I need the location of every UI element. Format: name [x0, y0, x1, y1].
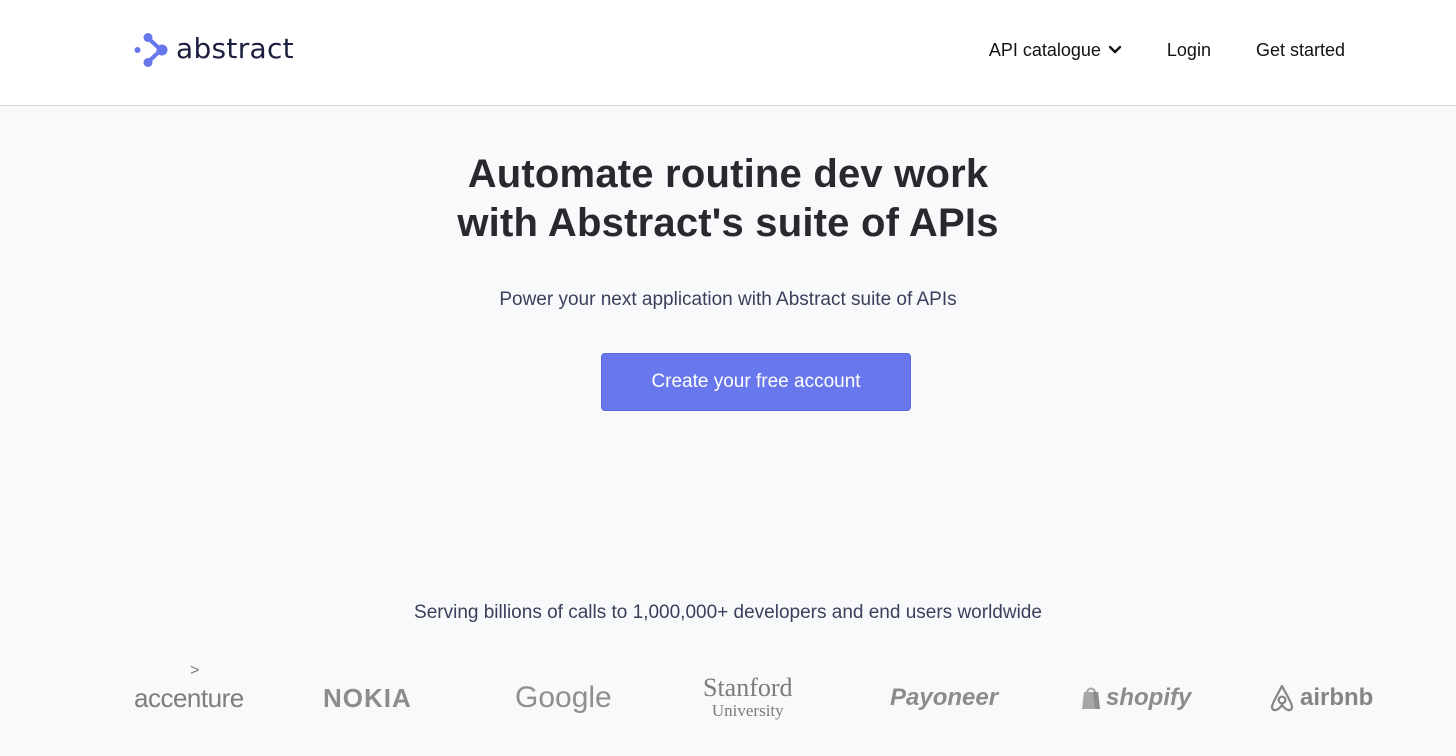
stanford-logo-name: Stanford: [703, 673, 793, 702]
abstract-logo-icon: [134, 33, 168, 67]
airbnb-logo: airbnb: [1268, 668, 1373, 728]
shopify-bag-icon: [1082, 687, 1100, 709]
site-header: abstract API catalogue Login Get started: [0, 0, 1456, 106]
shopify-logo-text: shopify: [1106, 684, 1192, 711]
airbnb-belo-icon: [1270, 684, 1294, 712]
stanford-logo: Stanford University: [703, 668, 793, 728]
chevron-down-icon: [1108, 45, 1122, 54]
create-account-button[interactable]: Create your free account: [601, 353, 911, 411]
nav-api-catalogue-label: API catalogue: [988, 39, 1101, 60]
nav-api-catalogue[interactable]: API catalogue: [989, 40, 1122, 61]
hero-subtitle: Power your next application with Abstrac…: [499, 289, 957, 310]
nav-get-started[interactable]: Get started: [1256, 40, 1345, 61]
payoneer-logo: Payoneer: [890, 684, 999, 711]
trust-statement: Serving billions of calls to 1,000,000+ …: [414, 602, 1042, 623]
nokia-logo: NOKIA: [323, 682, 412, 713]
accenture-logo-text: accenture: [134, 682, 244, 713]
hero-title-line-2: with Abstract's suite of APIs: [457, 201, 999, 245]
shopify-logo: shopify: [1080, 668, 1191, 728]
accenture-mark-icon: >: [190, 662, 199, 679]
logo-text: abstract: [176, 31, 294, 65]
stanford-logo-sub: University: [711, 701, 784, 720]
hero-title-line-1: Automate routine dev work: [467, 152, 989, 196]
airbnb-logo-text: airbnb: [1300, 684, 1374, 711]
hero-title: Automate routine dev work with Abstract'…: [0, 150, 1456, 248]
logo-link[interactable]: abstract: [134, 30, 294, 70]
main-nav: API catalogue Login Get started: [989, 36, 1345, 64]
customer-logos: > accenture NOKIA Google Stanford Univer…: [0, 662, 1456, 728]
google-logo: Google: [515, 681, 612, 714]
nav-login[interactable]: Login: [1167, 40, 1211, 61]
accenture-logo: > accenture: [134, 662, 244, 728]
